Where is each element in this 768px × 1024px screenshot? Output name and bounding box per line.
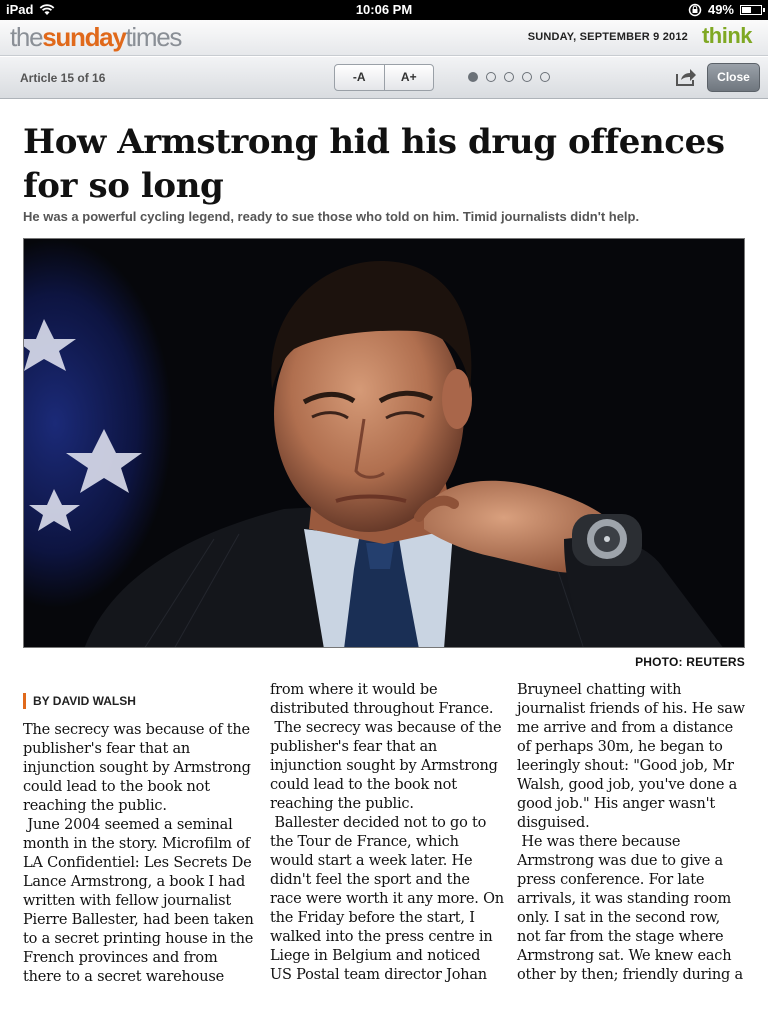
font-increase-button[interactable]: A+	[383, 65, 434, 90]
armstrong-portrait-image	[24, 239, 744, 647]
edition-date: SUNDAY, SEPTEMBER 9 2012	[527, 31, 688, 43]
logo-part-sunday: sunday	[42, 22, 127, 52]
page-dot[interactable]	[486, 72, 496, 82]
article-column-2: from where it would be distributed throu…	[270, 682, 504, 983]
page-dot[interactable]	[522, 72, 532, 82]
battery-icon	[740, 5, 765, 15]
logo-part-the: the	[10, 22, 44, 52]
page-dot[interactable]	[540, 72, 550, 82]
close-button[interactable]: Close	[707, 63, 760, 92]
article-column-1: The secrecy was because of the publisher…	[23, 722, 254, 985]
article-standfirst: He was a powerful cycling legend, ready …	[23, 209, 640, 224]
battery-percent: 49%	[707, 2, 734, 17]
byline-author: BY DAVID WALSH	[33, 694, 136, 708]
article-headline: How Armstrong hid his drug offences for …	[23, 122, 725, 206]
font-decrease-button[interactable]: -A	[335, 65, 384, 90]
page-indicator[interactable]	[468, 72, 550, 82]
page-dot[interactable]	[468, 72, 478, 82]
share-icon[interactable]	[674, 66, 698, 88]
status-right: 49%	[688, 2, 765, 17]
rotation-lock-icon	[688, 3, 702, 16]
section-name: think	[701, 23, 753, 48]
status-bar: iPad 10:06 PM 49%	[0, 0, 768, 20]
masthead: thesundaytimes SUNDAY, SEPTEMBER 9 2012 …	[0, 20, 768, 56]
sunday-times-logo: thesundaytimes	[10, 22, 182, 52]
byline: BY DAVID WALSH	[23, 693, 136, 709]
reader-toolbar: Article 15 of 16 -A A+ Close	[0, 57, 768, 99]
article-column-3: Bruyneel chatting with journalist friend…	[517, 682, 745, 983]
article-counter: Article 15 of 16	[20, 71, 106, 85]
byline-accent-bar	[23, 693, 26, 709]
photo-credit: PHOTO: REUTERS	[635, 655, 745, 669]
article-photo	[23, 238, 745, 648]
font-size-controls: -A A+	[334, 64, 434, 91]
logo-part-times: times	[125, 22, 182, 52]
page-dot[interactable]	[504, 72, 514, 82]
status-time: 10:06 PM	[355, 2, 413, 17]
